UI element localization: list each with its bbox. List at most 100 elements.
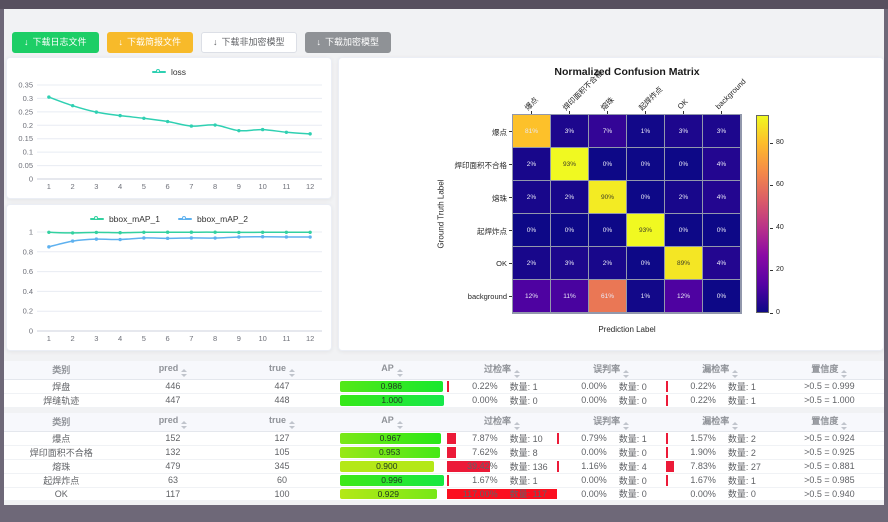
cell-true: 448 (228, 393, 337, 407)
sort-caret-icon[interactable] (623, 422, 629, 430)
rate-count: 数量: 8 (498, 446, 553, 459)
sort-caret-icon[interactable] (841, 370, 847, 378)
svg-text:3: 3 (94, 182, 98, 191)
column-header-ap[interactable]: AP (337, 361, 448, 379)
axis-tick (569, 111, 570, 114)
sort-caret-icon[interactable] (289, 421, 295, 429)
matrix-cell: 89% (665, 247, 702, 279)
rate-percent: 1.90% (666, 447, 716, 457)
svg-text:5: 5 (142, 334, 146, 343)
legend-marker-icon (178, 218, 192, 220)
cell-true: 345 (228, 459, 337, 473)
matrix-cell: 11% (551, 280, 588, 312)
cell-conf: >0.5 = 0.925 (775, 445, 884, 459)
cell-wu: 0.79%数量: 1 (557, 431, 666, 445)
column-header-cat: 类别 (4, 413, 118, 431)
column-header-lou[interactable]: 漏检率 (666, 413, 775, 431)
download-log-file-button[interactable]: ↓下载日志文件 (12, 32, 99, 53)
rate-count: 数量: 0 (607, 380, 662, 393)
column-header-guo[interactable]: 过检率 (447, 413, 556, 431)
svg-text:3: 3 (94, 334, 98, 343)
svg-text:5: 5 (142, 182, 146, 191)
legend-item-bbox_mAP_2[interactable]: bbox_mAP_2 (178, 214, 248, 224)
matrix-cell: 93% (551, 148, 588, 180)
column-header-guo[interactable]: 过检率 (447, 361, 556, 379)
sort-caret-icon[interactable] (181, 369, 187, 377)
cell-conf: >0.5 = 0.881 (775, 459, 884, 473)
sort-caret-icon[interactable] (623, 370, 629, 378)
sort-caret-icon[interactable] (181, 421, 187, 429)
matrix-cell: 0% (703, 280, 740, 312)
download-report-file-button[interactable]: ↓下载简报文件 (107, 32, 194, 53)
rate-count: 数量: 1 (498, 380, 553, 393)
download-unencrypted-model-button[interactable]: ↓下载非加密模型 (201, 32, 297, 53)
column-header-true[interactable]: true (228, 413, 337, 431)
cell-ap: 0.929 (337, 487, 448, 501)
ap-value: 0.996 (340, 475, 444, 486)
cell-wu: 0.00%数量: 0 (557, 473, 666, 487)
cell-pred: 132 (118, 445, 227, 459)
cell-conf: >0.5 = 0.940 (775, 487, 884, 501)
summary-table-section: 类别predtrueAP过检率误判率漏检率置信度焊盘4464470.9860.2… (4, 361, 884, 408)
sort-caret-icon[interactable] (397, 421, 403, 429)
sort-caret-icon[interactable] (289, 369, 295, 377)
sort-caret-icon[interactable] (732, 422, 738, 430)
cell-pred: 446 (118, 379, 227, 393)
svg-text:0.1: 0.1 (23, 148, 33, 157)
download-icon: ↓ (24, 38, 29, 47)
legend-item-bbox_mAP_1[interactable]: bbox_mAP_1 (90, 214, 160, 224)
column-header-label: 类别 (52, 365, 70, 375)
sort-caret-icon[interactable] (841, 422, 847, 430)
svg-text:0.15: 0.15 (18, 134, 33, 143)
column-header-lou[interactable]: 漏检率 (666, 361, 775, 379)
rate-percent: 1.57% (666, 433, 716, 443)
rate-count: 数量: 1 (607, 432, 662, 445)
column-header-pred[interactable]: pred (118, 413, 227, 431)
matrix-cell: 0% (551, 214, 588, 246)
axis-tick (509, 230, 512, 231)
svg-text:2: 2 (71, 182, 75, 191)
column-header-label: AP (381, 415, 394, 425)
matrix-cell: 61% (589, 280, 626, 312)
cell-lou: 1.90%数量: 2 (666, 445, 775, 459)
cell-ap: 1.000 (337, 393, 448, 407)
svg-text:1: 1 (29, 228, 33, 237)
colorbar-tick-label: 80 (776, 139, 784, 146)
column-header-label: true (269, 415, 286, 425)
colorbar-tick-label: 20 (776, 266, 784, 273)
sort-caret-icon[interactable] (397, 369, 403, 377)
column-header-wu[interactable]: 误判率 (557, 413, 666, 431)
column-header-wu[interactable]: 误判率 (557, 361, 666, 379)
svg-text:0.05: 0.05 (18, 161, 33, 170)
legend-item-loss[interactable]: loss (152, 67, 186, 77)
table-row: 起焊炸点63600.9961.67%数量: 10.00%数量: 01.67%数量… (4, 473, 884, 487)
rate-count: 数量: 136 (498, 460, 553, 473)
colorbar-tick (770, 270, 773, 271)
rate-percent: 7.62% (447, 447, 497, 457)
rate-count: 数量: 0 (607, 394, 662, 407)
cell-lou: 1.67%数量: 1 (666, 473, 775, 487)
column-header-conf[interactable]: 置信度 (775, 413, 884, 431)
loss-chart: 00.050.10.150.20.250.30.3512345678910111… (7, 77, 333, 195)
legend-marker-icon (90, 218, 104, 220)
matrix-cell: 0% (665, 214, 702, 246)
legend-label: bbox_mAP_2 (197, 214, 248, 224)
cell-lou: 0.00%数量: 0 (666, 487, 775, 501)
sort-caret-icon[interactable] (732, 370, 738, 378)
rate-count: 数量: 1 (498, 474, 553, 487)
column-header-true[interactable]: true (228, 361, 337, 379)
column-header-conf[interactable]: 置信度 (775, 361, 884, 379)
column-header-ap[interactable]: AP (337, 413, 448, 431)
summary-table-2: 类别predtrueAP过检率误判率漏检率置信度爆点1521270.9677.8… (4, 413, 884, 501)
rate-count: 数量: 0 (498, 394, 553, 407)
rate-percent: 7.83% (666, 461, 716, 471)
axis-tick (607, 111, 608, 114)
sort-caret-icon[interactable] (514, 422, 520, 430)
download-encrypted-model-button[interactable]: ↓下载加密模型 (305, 32, 392, 53)
column-header-label: 置信度 (811, 364, 838, 374)
sort-caret-icon[interactable] (514, 370, 520, 378)
rate-percent: 39.42% (447, 461, 497, 471)
cell-pred: 479 (118, 459, 227, 473)
rate-percent: 0.00% (447, 395, 497, 405)
column-header-pred[interactable]: pred (118, 361, 227, 379)
